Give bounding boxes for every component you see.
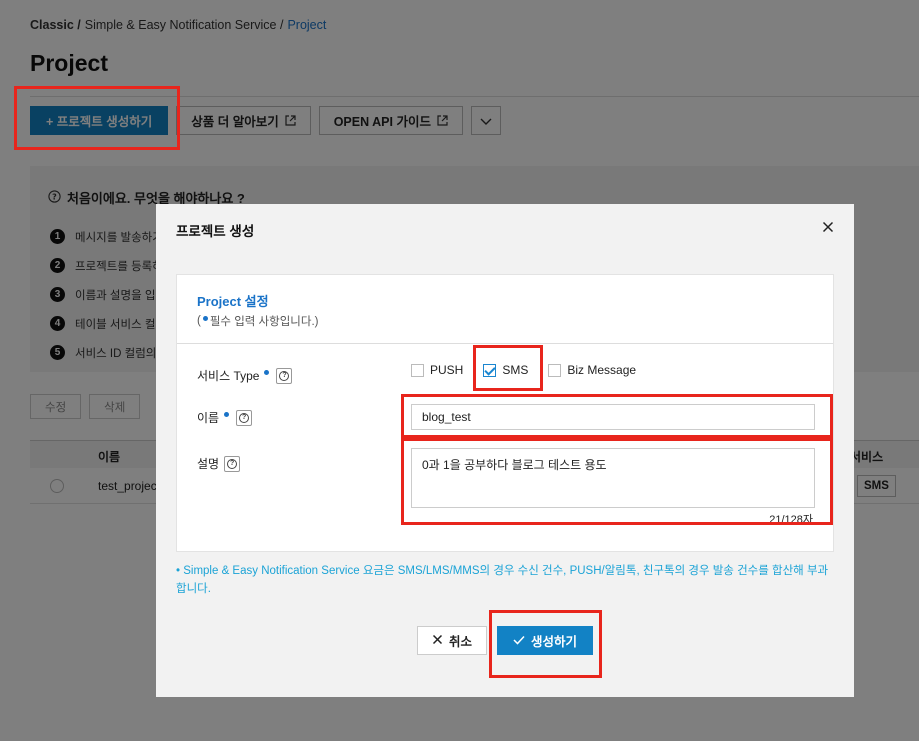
dialog-title: 프로젝트 생성	[176, 224, 255, 239]
name-label-text: 이름	[197, 411, 220, 425]
cancel-label: 취소	[448, 635, 472, 649]
biz-message-checkbox[interactable]	[548, 363, 562, 377]
required-note: ( 필수 입력 사항입니다.)	[197, 313, 318, 329]
pricing-note: • Simple & Easy Notification Service 요금은…	[176, 565, 829, 595]
create-label: 생성하기	[531, 635, 578, 649]
help-icon[interactable]: ?	[236, 409, 253, 426]
panel-divider	[177, 343, 833, 344]
service-type-options: PUSH SMS Biz Message	[411, 363, 636, 377]
required-note-text: 필수 입력 사항입니다.)	[209, 316, 319, 328]
project-settings-panel: Project 설정 ( 필수 입력 사항입니다.) 서비스 Type ? PUS…	[176, 274, 834, 552]
push-checkbox[interactable]	[411, 363, 424, 377]
sms-checkbox[interactable]	[483, 363, 497, 377]
description-char-count: 21/128자	[769, 514, 813, 526]
dialog-footer: 취소 생성하기	[156, 626, 854, 655]
name-label: 이름 ?	[197, 409, 253, 426]
create-project-dialog: 프로젝트 생성 Project 설정 ( 필수 입력 사항입니다.) 서비스 Ty…	[156, 204, 854, 697]
description-label-text: 설명	[197, 457, 220, 471]
option-sms-label: SMS	[502, 363, 529, 377]
close-icon[interactable]	[820, 219, 836, 235]
required-dot-icon	[224, 412, 230, 417]
create-button[interactable]: 생성하기	[497, 626, 594, 655]
panel-title: Project 설정	[197, 294, 269, 309]
required-note-prefix: (	[197, 315, 201, 327]
close-icon	[432, 634, 443, 648]
option-push[interactable]: PUSH	[411, 363, 463, 377]
option-biz-message-label: Biz Message	[567, 363, 637, 377]
help-icon[interactable]: ?	[224, 455, 241, 472]
check-icon	[513, 634, 525, 648]
option-biz-message[interactable]: Biz Message	[548, 363, 636, 377]
help-icon[interactable]: ?	[276, 367, 293, 384]
option-sms[interactable]: SMS	[483, 363, 528, 377]
required-dot-icon	[202, 315, 208, 321]
cancel-button[interactable]: 취소	[416, 626, 487, 655]
service-type-label-text: 서비스 Type	[197, 369, 260, 383]
project-name-input[interactable]	[411, 404, 815, 430]
required-dot-icon	[264, 370, 270, 375]
project-description-input[interactable]: 0과 1을 공부하다 블로그 테스트 용도	[411, 448, 815, 508]
service-type-label: 서비스 Type ?	[197, 367, 293, 384]
option-push-label: PUSH	[430, 363, 464, 377]
description-label: 설명 ?	[197, 455, 241, 472]
